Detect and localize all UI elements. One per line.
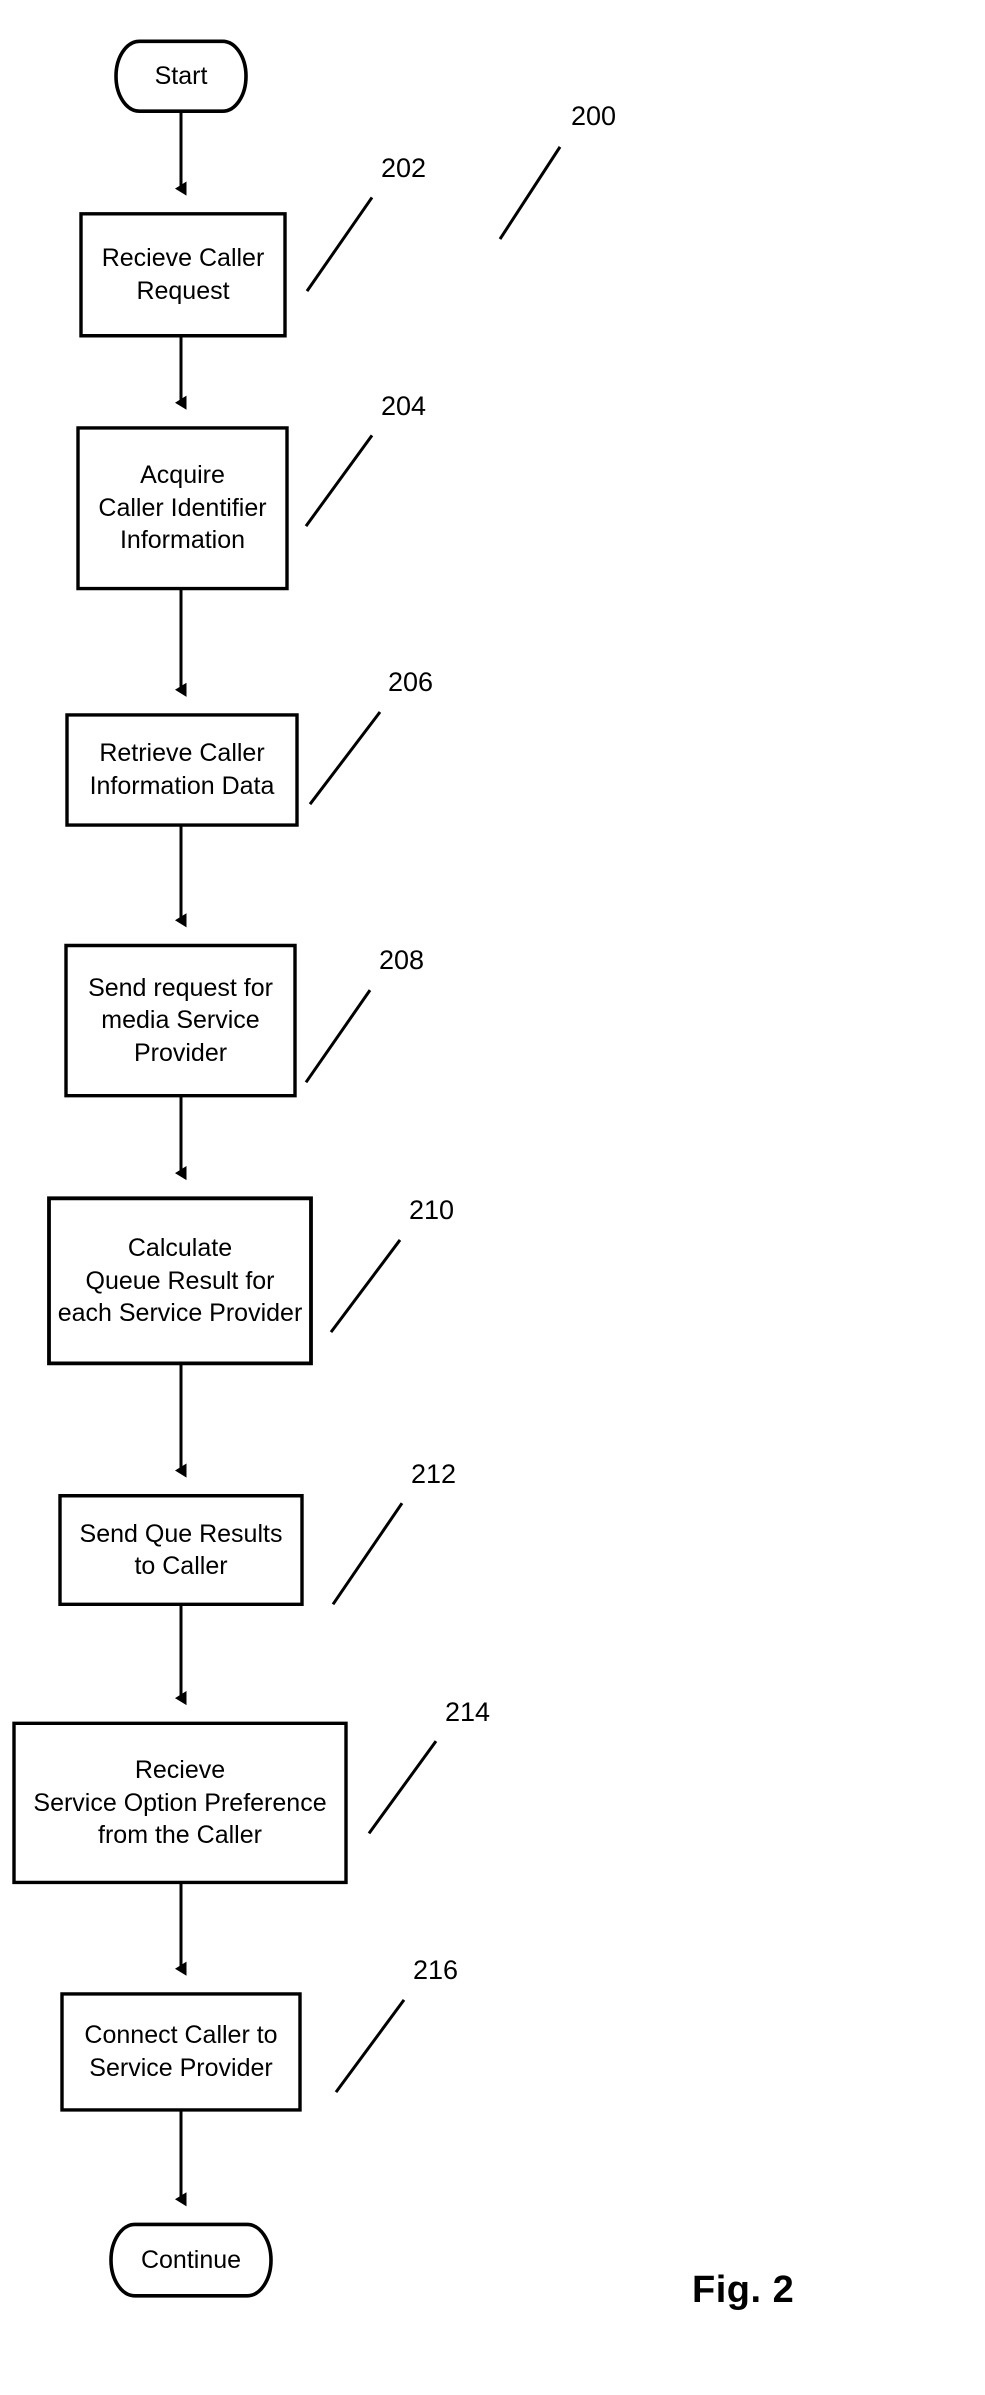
lead-line-214 [369, 1741, 436, 1833]
reference-numeral-202: 202 [381, 152, 427, 183]
step-208-shape [66, 945, 295, 1095]
lead-line-208 [306, 990, 370, 1082]
step-216-shape [62, 1994, 300, 2110]
lead-line-202 [307, 197, 372, 291]
reference-numeral-204: 204 [381, 390, 427, 421]
lead-line-212 [333, 1503, 402, 1604]
step-206-shape [67, 715, 297, 825]
step-210-shape [49, 1198, 311, 1363]
lead-line-206 [310, 712, 380, 804]
reference-numeral-216: 216 [413, 1955, 459, 1986]
reference-numeral-214: 214 [445, 1696, 491, 1727]
patent-figure-2: Start Recieve Caller Request Acquire Cal… [0, 0, 985, 2395]
continue-terminal-shape [111, 2224, 271, 2295]
flowchart-canvas [0, 0, 985, 2395]
lead-line-216 [336, 2000, 404, 2092]
start-terminal-shape [116, 41, 246, 111]
figure-caption: Fig. 2 [692, 2269, 795, 2311]
step-202-shape [81, 214, 285, 336]
step-214-shape [14, 1723, 346, 1882]
lead-line-210 [331, 1240, 400, 1332]
lead-line-204 [306, 435, 372, 526]
reference-numeral-206: 206 [388, 667, 434, 698]
step-204-shape [78, 428, 287, 589]
step-212-shape [60, 1496, 302, 1605]
lead-line-200 [500, 147, 560, 239]
reference-numeral-208: 208 [379, 945, 425, 976]
reference-numeral-212: 212 [411, 1458, 457, 1489]
reference-numeral-210: 210 [409, 1195, 455, 1226]
reference-numeral-200: 200 [571, 100, 617, 131]
